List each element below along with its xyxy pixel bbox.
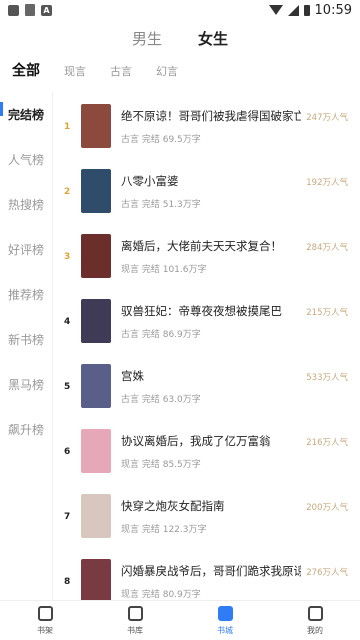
sidebar-item-popular[interactable]: 人气榜 — [0, 137, 52, 182]
sidebar-item-recommended[interactable]: 推荐榜 — [0, 272, 52, 317]
rank-number: 6 — [64, 447, 71, 457]
tab-male[interactable]: 男生 — [132, 28, 162, 49]
rank-number: 8 — [64, 577, 71, 587]
book-meta: 古言 完结 51.3万字 — [121, 200, 201, 210]
bookstore-icon — [217, 606, 233, 621]
book-row[interactable]: 1 绝不原谅！哥哥们被我虐得国破家亡 古言 完结 69.5万字 247万人气 — [56, 94, 360, 159]
rank-number: 3 — [64, 252, 71, 262]
book-cover — [81, 494, 111, 538]
nav-library[interactable]: 书库 — [105, 601, 165, 640]
book-cover — [81, 104, 111, 148]
book-popularity: 192万人气 — [306, 178, 348, 188]
nav-label: 我的 — [307, 626, 323, 635]
gender-tabs: 男生 女生 — [0, 28, 360, 49]
book-row[interactable]: 6 协议离婚后，我成了亿万富翁 现言 完结 85.5万字 216万人气 — [56, 419, 360, 484]
status-icons-right: 10:59 — [268, 2, 352, 18]
sidebar-item-completed[interactable]: 完结榜 — [0, 92, 52, 137]
sidebar-item-new-books[interactable]: 新书榜 — [0, 317, 52, 362]
status-icons-left: A — [8, 4, 52, 16]
book-cover — [81, 299, 111, 343]
a-notification-icon: A — [41, 4, 52, 16]
sidebar-item-rising[interactable]: 飙升榜 — [0, 407, 52, 452]
tab-female[interactable]: 女生 — [198, 28, 228, 49]
book-row[interactable]: 2 八零小富婆 古言 完结 51.3万字 192万人气 — [56, 159, 360, 224]
book-title: 协议离婚后，我成了亿万富翁 — [121, 434, 271, 448]
tab-modern-romance[interactable]: 现言 — [64, 63, 86, 79]
tab-fantasy-romance[interactable]: 幻言 — [156, 63, 178, 79]
bookshelf-icon — [37, 606, 53, 621]
sidebar-divider — [52, 92, 53, 600]
book-cover — [81, 429, 111, 473]
book-meta: 现言 完结 80.9万字 — [121, 590, 201, 600]
book-title: 宫姝 — [121, 369, 144, 383]
tab-all[interactable]: 全部 — [12, 60, 40, 80]
book-cover — [81, 559, 111, 603]
battery-icon — [303, 4, 310, 16]
book-popularity: 284万人气 — [306, 243, 348, 253]
status-bar: A 10:59 — [0, 0, 360, 20]
book-title: 闪婚暴戾战爷后，哥哥们跪求我原谅 — [121, 564, 301, 578]
gallery-icon — [8, 4, 19, 16]
rank-number: 2 — [64, 187, 71, 197]
book-title: 八零小富婆 — [121, 174, 179, 188]
sidebar-item-top-rated[interactable]: 好评榜 — [0, 227, 52, 272]
nav-bookshelf[interactable]: 书架 — [15, 601, 75, 640]
book-meta: 现言 完结 85.5万字 — [121, 460, 201, 470]
tab-ancient-romance[interactable]: 古言 — [110, 63, 132, 79]
document-icon — [25, 4, 35, 16]
ranking-sidebar: 完结榜 人气榜 热搜榜 好评榜 推荐榜 新书榜 黑马榜 飙升榜 — [0, 92, 52, 452]
book-meta: 古言 完结 86.9万字 — [121, 330, 201, 340]
book-meta: 现言 完结 101.6万字 — [121, 265, 207, 275]
book-meta: 古言 完结 63.0万字 — [121, 395, 201, 405]
book-popularity: 276万人气 — [306, 568, 348, 578]
book-popularity: 200万人气 — [306, 503, 348, 513]
book-cover — [81, 234, 111, 278]
rank-number: 7 — [64, 512, 71, 522]
book-popularity: 215万人气 — [306, 308, 348, 318]
category-tabs: 全部 现言 古言 幻言 — [12, 60, 202, 80]
nav-profile[interactable]: 我的 — [285, 601, 345, 640]
book-title: 绝不原谅！哥哥们被我虐得国破家亡 — [121, 109, 301, 123]
book-popularity: 247万人气 — [306, 113, 348, 123]
book-title: 驭兽狂妃：帝尊夜夜想被摸尾巴 — [121, 304, 282, 318]
book-cover — [81, 364, 111, 408]
nav-label: 书库 — [127, 626, 143, 635]
nav-label: 书城 — [217, 626, 233, 635]
bottom-nav: 书架 书库 书城 我的 — [0, 600, 360, 640]
nav-bookstore[interactable]: 书城 — [195, 601, 255, 640]
book-title: 快穿之炮灰女配指南 — [121, 499, 225, 513]
book-row[interactable]: 5 宫姝 古言 完结 63.0万字 533万人气 — [56, 354, 360, 419]
rank-number: 1 — [64, 122, 71, 132]
book-popularity: 216万人气 — [306, 438, 348, 448]
book-row[interactable]: 7 快穿之炮灰女配指南 现言 完结 122.3万字 200万人气 — [56, 484, 360, 549]
sidebar-item-trending[interactable]: 热搜榜 — [0, 182, 52, 227]
book-row[interactable]: 3 离婚后，大佬前夫天天求复合！ 现言 完结 101.6万字 284万人气 — [56, 224, 360, 289]
profile-icon — [307, 606, 323, 621]
rank-number: 4 — [64, 317, 71, 327]
book-row[interactable]: 4 驭兽狂妃：帝尊夜夜想被摸尾巴 古言 完结 86.9万字 215万人气 — [56, 289, 360, 354]
status-time: 10:59 — [314, 2, 352, 18]
book-title: 离婚后，大佬前夫天天求复合！ — [121, 239, 282, 253]
rank-number: 5 — [64, 382, 71, 392]
book-list: 1 绝不原谅！哥哥们被我虐得国破家亡 古言 完结 69.5万字 247万人气 2… — [56, 94, 360, 614]
nav-label: 书架 — [37, 626, 53, 635]
sidebar-item-dark-horse[interactable]: 黑马榜 — [0, 362, 52, 407]
library-icon — [127, 606, 143, 621]
book-meta: 现言 完结 122.3万字 — [121, 525, 207, 535]
book-cover — [81, 169, 111, 213]
book-meta: 古言 完结 69.5万字 — [121, 135, 201, 145]
wifi-icon — [268, 5, 283, 15]
signal-icon — [287, 4, 299, 16]
book-popularity: 533万人气 — [306, 373, 348, 383]
